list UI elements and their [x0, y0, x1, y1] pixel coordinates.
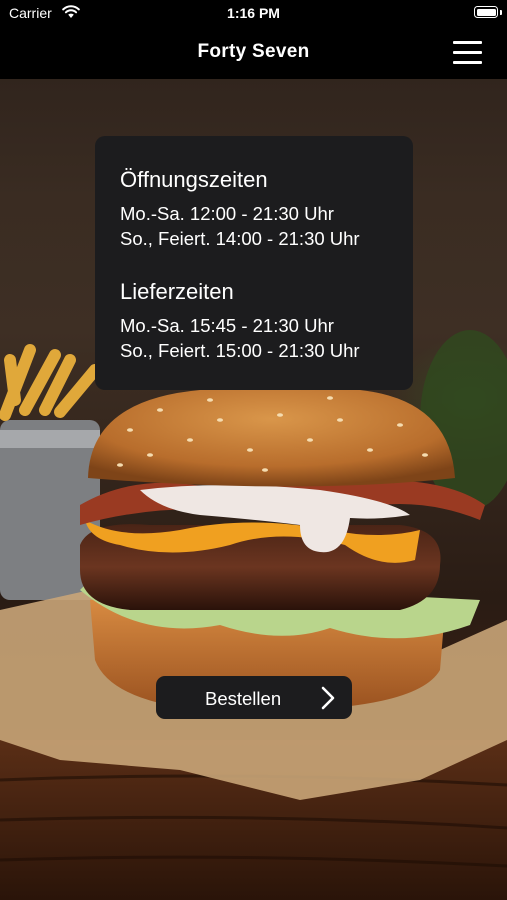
delivery-hours-line: Mo.-Sa. 15:45 - 21:30 Uhr [120, 315, 334, 336]
hamburger-menu-icon[interactable] [450, 39, 486, 67]
chevron-right-icon [321, 686, 335, 715]
order-button-label: Bestellen [205, 688, 282, 709]
navigation-bar: Forty Seven [0, 26, 507, 79]
clock: 1:16 PM [227, 5, 280, 21]
order-button[interactable]: Bestellen [156, 676, 352, 719]
battery-icon [474, 6, 498, 18]
battery-tip [500, 10, 502, 15]
delivery-hours-line: So., Feiert. 15:00 - 21:30 Uhr [120, 340, 360, 361]
delivery-hours-title: Lieferzeiten [120, 279, 234, 304]
opening-hours-title: Öffnungszeiten [120, 167, 268, 192]
hours-card: Öffnungszeiten Mo.-Sa. 12:00 - 21:30 Uhr… [95, 136, 413, 390]
nav-title: Forty Seven [197, 41, 310, 62]
background-burger-image [0, 0, 507, 900]
opening-hours-line: Mo.-Sa. 12:00 - 21:30 Uhr [120, 203, 334, 224]
opening-hours-line: So., Feiert. 14:00 - 21:30 Uhr [120, 228, 360, 249]
status-bar: Carrier 1:16 PM [0, 0, 507, 26]
